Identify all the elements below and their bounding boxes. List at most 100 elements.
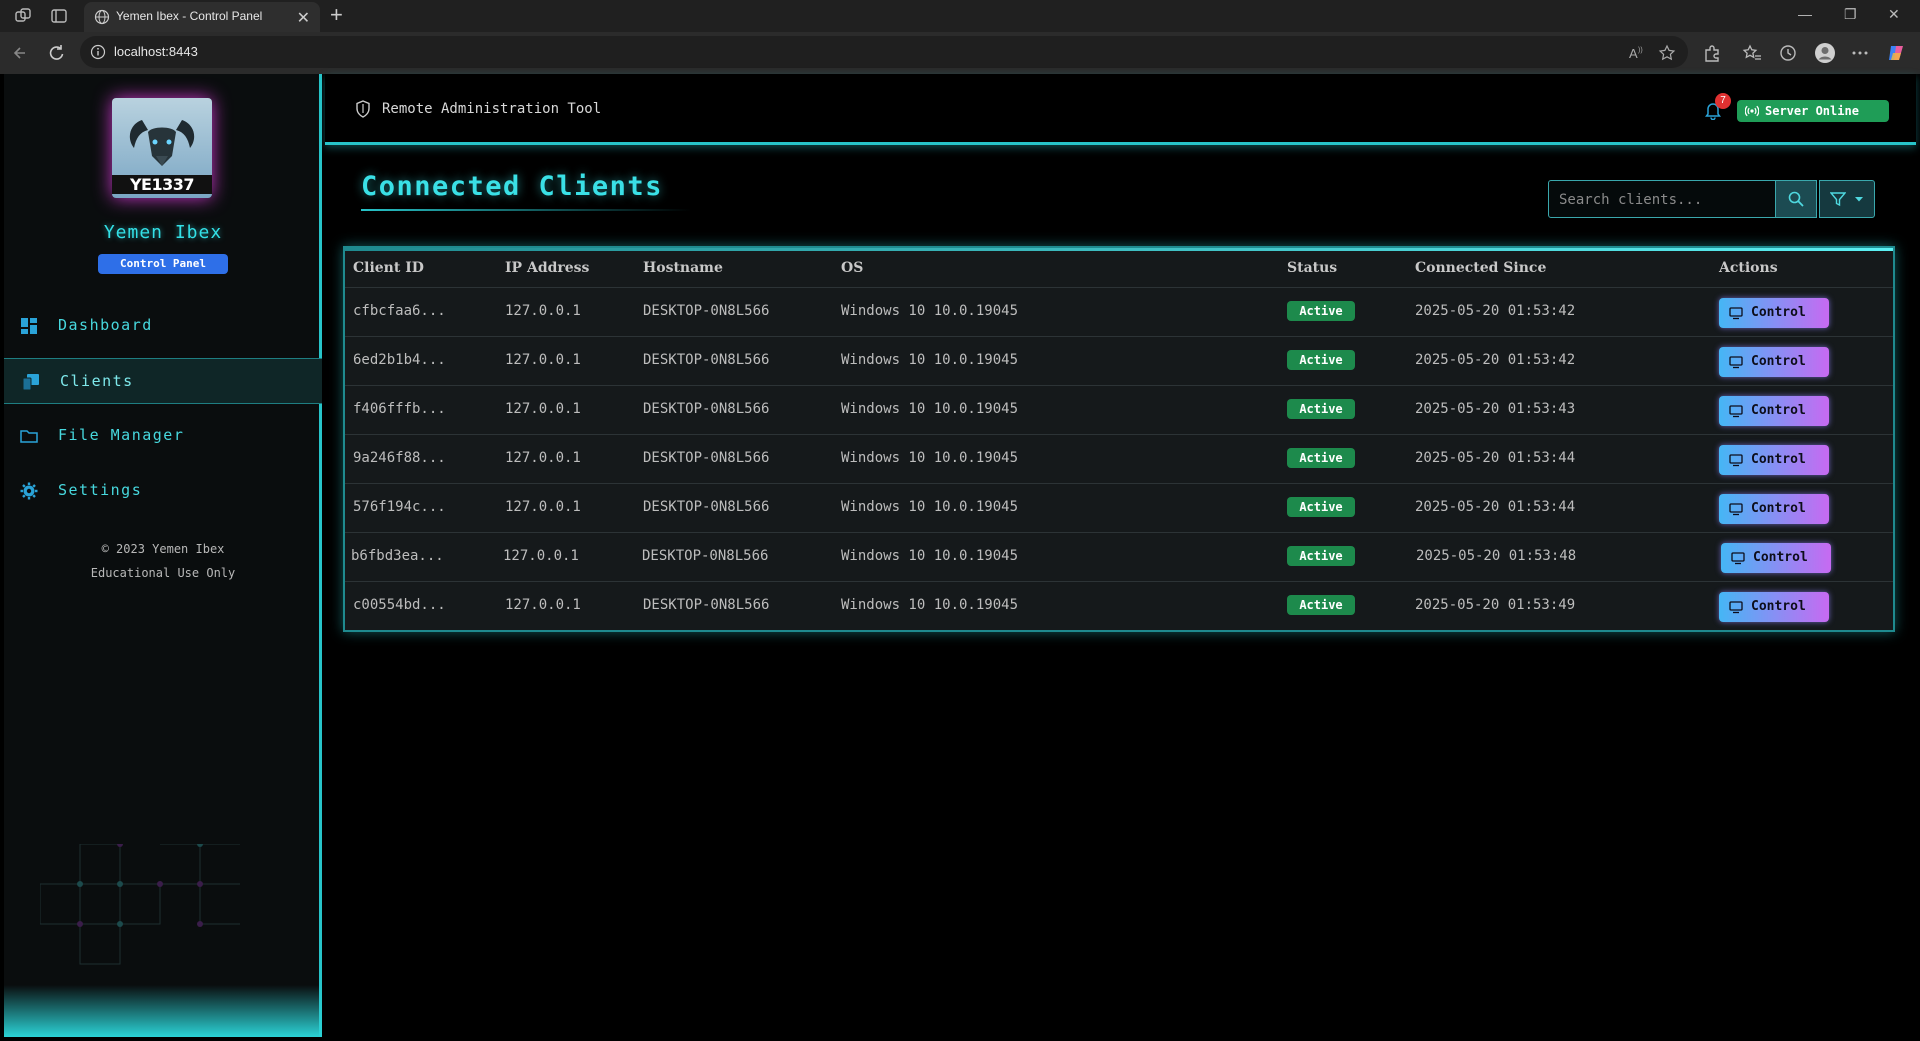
ip-cell: 127.0.0.1 [505,352,581,368]
restore-icon[interactable]: ❐ [1844,6,1857,23]
control-button-label: Control [1751,403,1806,418]
client-id-cell: cfbcfaa6... [353,303,446,319]
sidebar-item-label: Settings [58,481,143,499]
ip-cell: 127.0.0.1 [505,401,581,417]
ip-cell: 127.0.0.1 [505,499,581,515]
control-button[interactable]: Control [1719,396,1829,426]
search-icon [1788,191,1804,207]
client-id-cell: 576f194c... [353,499,446,515]
sidebar-item-label: Dashboard [58,316,153,334]
clients-icon [22,374,39,391]
ibex-logo: YE1337 [112,98,212,198]
client-id-cell: 6ed2b1b4... [353,352,446,368]
column-header: IP Address [505,260,590,276]
status-badge: Active [1287,399,1355,419]
shield-icon [356,100,370,118]
os-cell: Windows 10 10.0.19045 [841,450,1019,466]
table-row: 9a246f88... 127.0.0.1 DESKTOP-0N8L566 Wi… [345,435,1893,484]
column-header: Hostname [643,260,723,276]
new-tab-button[interactable]: + [330,3,343,27]
extensions-icon[interactable] [1702,43,1722,63]
site-info-icon[interactable] [90,44,106,60]
close-window-icon[interactable]: ✕ [1888,6,1900,23]
os-cell: Windows 10 10.0.19045 [841,548,1019,564]
gear-icon [20,482,38,500]
sidebar-item-settings[interactable]: Settings [4,468,322,514]
profile-avatar-icon[interactable] [1814,42,1836,64]
column-header: Client ID [353,260,424,276]
tab-actions-icon[interactable] [50,7,68,25]
control-button[interactable]: Control [1719,592,1829,622]
hostname-cell: DESKTOP-0N8L566 [643,499,770,515]
hostname-cell: DESKTOP-0N8L566 [643,597,770,613]
connected-since-cell: 2025-05-20 01:53:49 [1415,597,1576,613]
address-bar[interactable]: localhost:8443 A)) [80,36,1688,68]
title-underline [361,209,691,211]
topbar-title: Remote Administration Tool [382,101,602,117]
control-button[interactable]: Control [1721,543,1831,573]
logo-text: YE1337 [112,175,212,194]
sidebar-item-dashboard[interactable]: Dashboard [4,303,322,349]
browser-tab[interactable]: Yemen Ibex - Control Panel ✕ [84,2,320,32]
sidebar: YE1337 Yemen Ibex Control Panel Dashboar… [4,74,322,1037]
control-button-label: Control [1751,501,1806,516]
server-status-badge: Server Online [1737,100,1889,122]
circuit-decoration [40,844,240,965]
client-id-cell: f406fffb... [353,401,446,417]
copilot-icon[interactable] [1886,43,1906,63]
search-input[interactable] [1559,190,1765,210]
control-button-label: Control [1751,305,1806,320]
os-cell: Windows 10 10.0.19045 [841,597,1019,613]
client-id-cell: b6fbd3ea... [351,548,444,564]
control-button-label: Control [1753,550,1808,565]
hostname-cell: DESKTOP-0N8L566 [642,548,769,564]
history-icon[interactable] [1778,43,1798,63]
app-root: YE1337 Yemen Ibex Control Panel Dashboar… [4,74,1916,1037]
browser-navbar: localhost:8443 A)) [0,32,1920,74]
browser-titlebar: Yemen Ibex - Control Panel ✕ + — ❐ ✕ [0,0,1920,32]
workspaces-icon[interactable] [14,7,32,25]
control-button[interactable]: Control [1719,494,1829,524]
clients-table: Client ID IP Address Hostname OS Status … [343,246,1895,632]
sidebar-item-file-manager[interactable]: File Manager [4,413,322,459]
connected-since-cell: 2025-05-20 01:53:42 [1415,303,1576,319]
ip-cell: 127.0.0.1 [505,450,581,466]
filter-dropdown-button[interactable] [1819,180,1875,218]
status-badge: Active [1287,595,1355,615]
table-row: cfbcfaa6... 127.0.0.1 DESKTOP-0N8L566 Wi… [345,288,1893,337]
table-row: b6fbd3ea... 127.0.0.1 DESKTOP-0N8L566 Wi… [345,533,1893,582]
globe-icon [94,9,110,25]
read-aloud-icon[interactable]: A)) [1628,44,1646,62]
close-tab-icon[interactable]: ✕ [297,8,310,28]
connected-since-cell: 2025-05-20 01:53:44 [1415,499,1576,515]
column-header: Connected Since [1415,260,1547,276]
desktop-icon [1729,454,1743,467]
favorites-icon[interactable] [1742,43,1762,63]
server-status-label: Server Online [1765,104,1859,118]
ip-cell: 127.0.0.1 [503,548,579,564]
control-button[interactable]: Control [1719,445,1829,475]
control-button[interactable]: Control [1719,347,1829,377]
dashboard-icon [21,318,37,334]
back-icon[interactable] [10,43,30,63]
control-panel-badge: Control Panel [98,254,228,274]
tab-title: Yemen Ibex - Control Panel [116,9,263,23]
search-button[interactable] [1775,180,1817,218]
minimize-icon[interactable]: — [1798,6,1812,22]
os-cell: Windows 10 10.0.19045 [841,352,1019,368]
status-badge: Active [1287,448,1355,468]
notification-count-badge: 7 [1715,93,1731,109]
topbar: Remote Administration Tool 7 Server Onli… [325,74,1916,145]
control-button[interactable]: Control [1719,298,1829,328]
ip-cell: 127.0.0.1 [505,597,581,613]
main-content: Remote Administration Tool 7 Server Onli… [325,74,1916,1037]
table-row: f406fffb... 127.0.0.1 DESKTOP-0N8L566 Wi… [345,386,1893,435]
svg-text:A: A [1629,46,1638,61]
favorite-star-icon[interactable] [1658,44,1676,62]
sidebar-item-label: Clients [60,372,134,390]
sidebar-item-clients[interactable]: Clients [4,358,322,404]
os-cell: Windows 10 10.0.19045 [841,303,1019,319]
more-options-icon[interactable] [1850,43,1870,63]
status-badge: Active [1287,350,1355,370]
refresh-icon[interactable] [46,43,66,63]
